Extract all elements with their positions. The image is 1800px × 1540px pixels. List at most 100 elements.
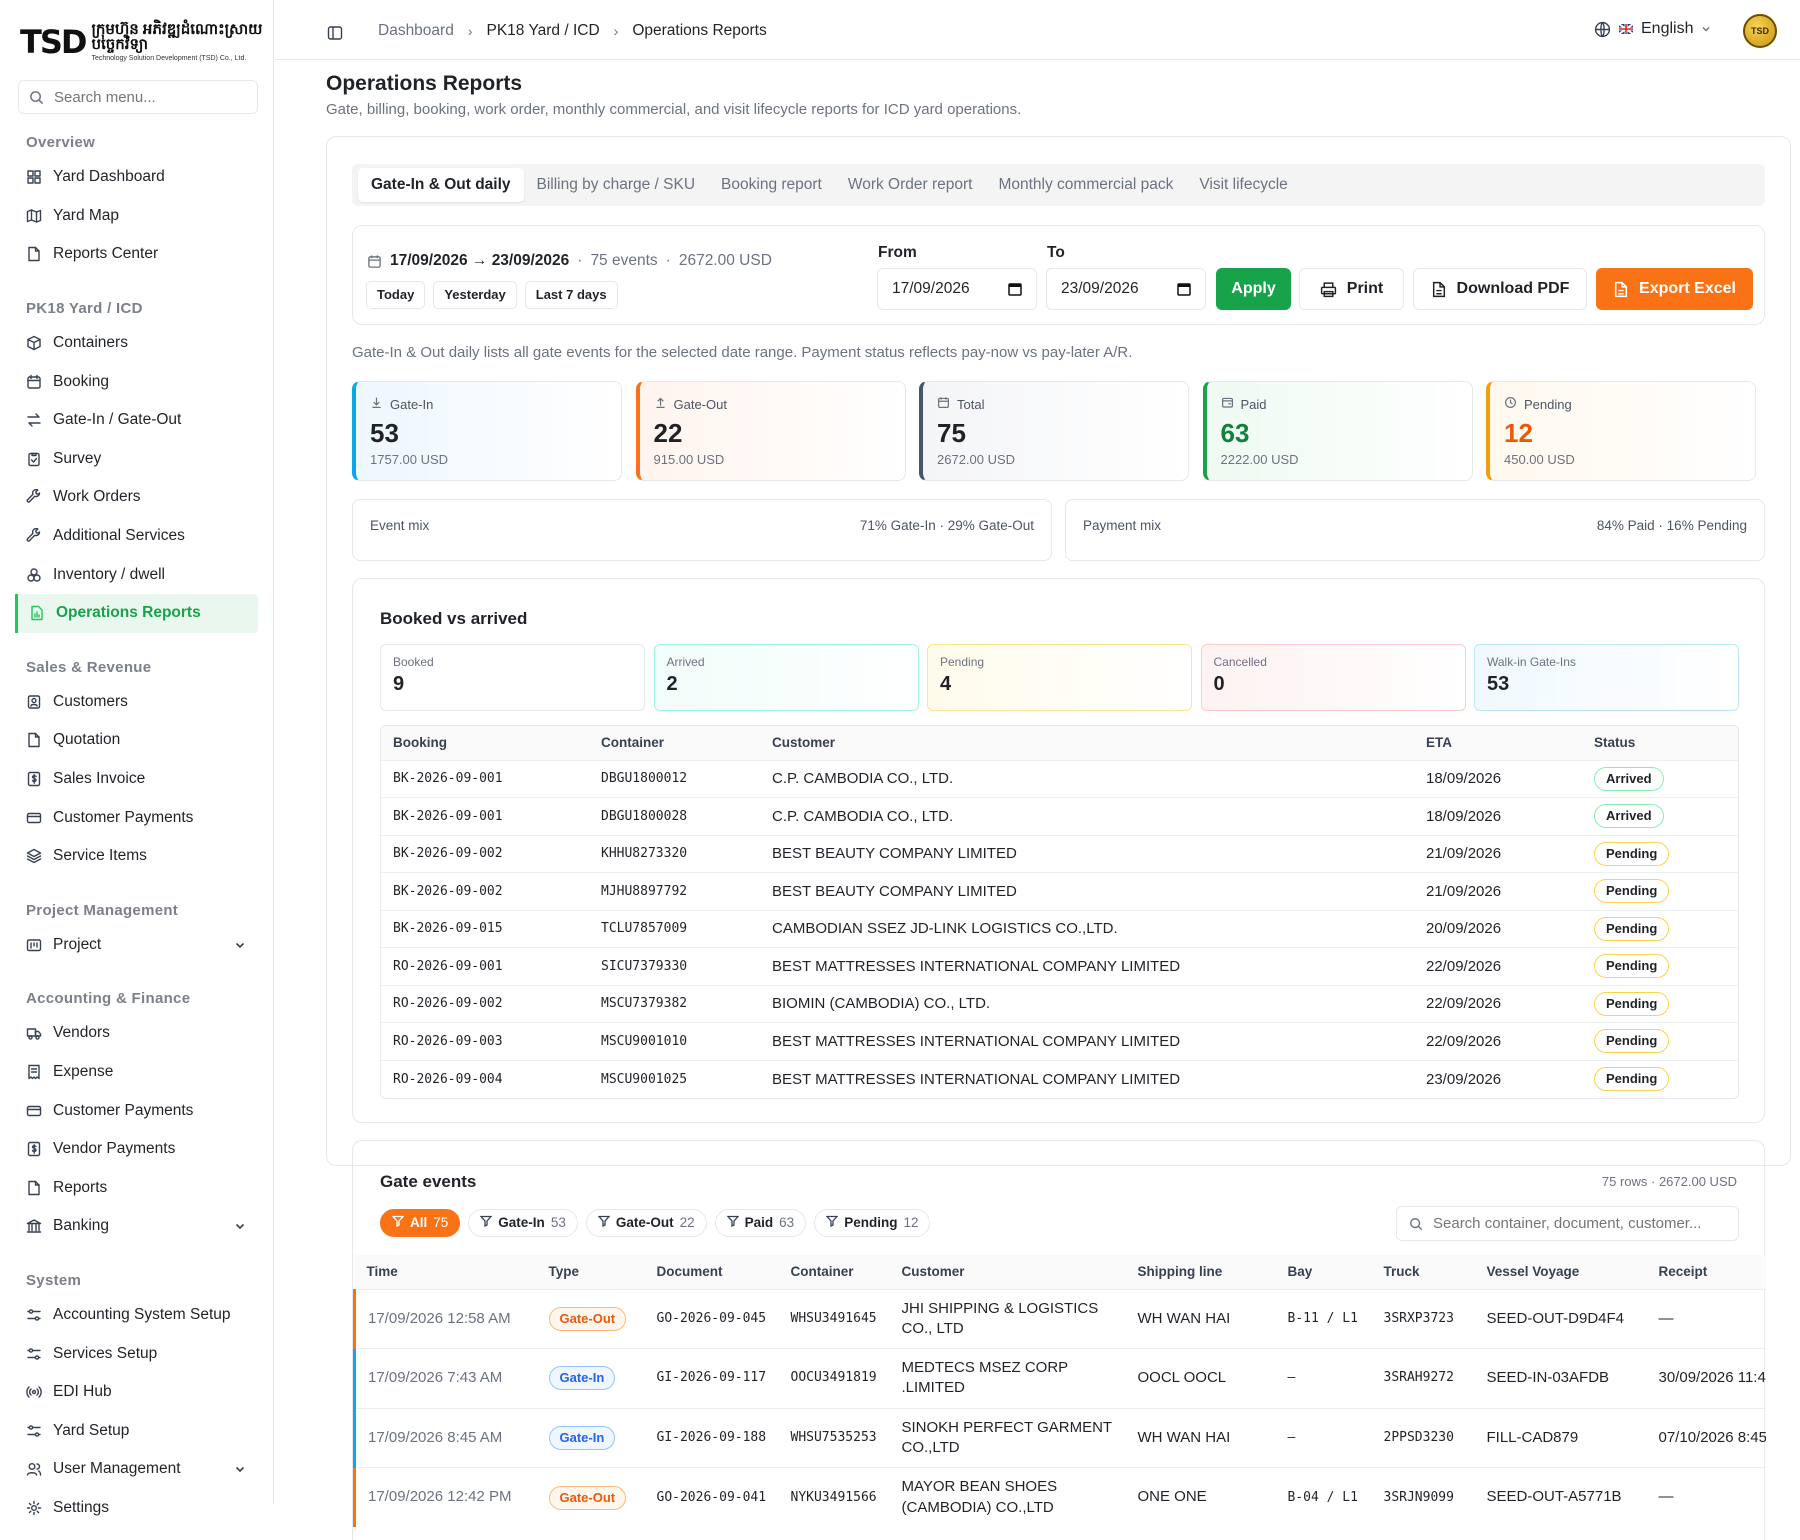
status: Pending	[1582, 909, 1738, 948]
page-title: Operations Reports	[326, 72, 523, 95]
sidebar-toggle-icon[interactable]	[327, 25, 343, 41]
sidebar-item-banking[interactable]: Banking	[0, 1207, 258, 1246]
filter-chip-paid[interactable]: Paid 63	[714, 1209, 807, 1237]
quick-yesterday-button[interactable]: Yesterday	[433, 281, 517, 309]
sidebar-item-reports[interactable]: Reports	[0, 1168, 258, 1207]
gate-search[interactable]	[1396, 1206, 1739, 1241]
table-row[interactable]: BK-2026-09-002 KHHU8273320 BEST BEAUTY COM…	[381, 834, 1738, 873]
sidebar-item-settings[interactable]: Settings	[0, 1489, 258, 1528]
booking-table: Booking Container Customer ETA Status BK-202…	[380, 725, 1739, 1099]
sidebar-item-containers[interactable]: Containers	[0, 324, 258, 363]
sidebar-item-additional-services[interactable]: Additional Services	[0, 517, 258, 556]
stat-label: Total	[937, 396, 1188, 412]
sidebar-item-survey[interactable]: Survey	[0, 440, 258, 479]
sidebar-item-customer-payments[interactable]: Customer Payments	[0, 798, 258, 837]
table-row[interactable]: BK-2026-09-001 DBGU1800012 C.P. CAMBODIA C…	[381, 759, 1738, 798]
from-date-input[interactable]: 17/09/2026	[877, 268, 1037, 310]
sidebar-item-label: Vendor Payments	[53, 1140, 176, 1158]
sidebar-item-sales-invoice[interactable]: Sales Invoice	[0, 760, 258, 799]
chevron-down-icon[interactable]	[234, 1462, 246, 1480]
tab-gate-in-out-daily[interactable]: Gate-In & Out daily	[358, 168, 524, 202]
sidebar-item-gate-in-gate-out[interactable]: Gate-In / Gate-Out	[0, 401, 258, 440]
quick-today-button[interactable]: Today	[366, 281, 426, 309]
table-row[interactable]: BK-2026-09-015 TCLU7857009 CAMBODIAN SSEZ …	[381, 909, 1738, 948]
table-row[interactable]: RO-2026-09-004 MSCU9001025 BEST MATTRESSES…	[381, 1059, 1738, 1098]
col-container[interactable]: Container	[589, 726, 760, 760]
tab-work-order-report[interactable]: Work Order report	[835, 168, 986, 202]
col-vessel-voyage[interactable]: Vessel Voyage	[1474, 1255, 1647, 1289]
col-receipt[interactable]: Receipt	[1646, 1255, 1766, 1289]
print-button[interactable]: Print	[1299, 268, 1404, 310]
to-date-input[interactable]: 23/09/2026	[1046, 268, 1206, 310]
sidebar-item-service-items[interactable]: Service Items	[0, 837, 258, 876]
tab-booking-report[interactable]: Booking report	[708, 168, 835, 202]
calendar-icon[interactable]	[1177, 282, 1191, 296]
sidebar-item-expense[interactable]: Expense	[0, 1053, 258, 1092]
apply-button[interactable]: Apply	[1216, 268, 1291, 310]
quick-last7-button[interactable]: Last 7 days	[524, 281, 618, 309]
table-row[interactable]: 17/09/2026 12:58 AM Gate-Out GO-2026-09-04…	[353, 1288, 1766, 1349]
col-container[interactable]: Container	[778, 1255, 890, 1289]
col-truck[interactable]: Truck	[1371, 1255, 1475, 1289]
col-eta[interactable]: ETA	[1414, 726, 1582, 760]
tab-billing-by-charge-sku[interactable]: Billing by charge / SKU	[524, 168, 709, 202]
chevron-down-icon[interactable]	[234, 938, 246, 956]
table-row[interactable]: RO-2026-09-001 SICU7379330 BEST MATTRESSES…	[381, 947, 1738, 985]
col-booking[interactable]: Booking	[381, 726, 589, 760]
sidebar-item-reports-center[interactable]: Reports Center	[0, 235, 258, 274]
table-row[interactable]: BK-2026-09-001 DBGU1800028 C.P. CAMBODIA C…	[381, 797, 1738, 835]
table-row[interactable]: 17/09/2026 7:43 AM Gate-In GI-2026-09-117 O…	[353, 1348, 1766, 1408]
sidebar-item-quotation[interactable]: Quotation	[0, 721, 258, 760]
sidebar-item-edi-hub[interactable]: EDI Hub	[0, 1373, 258, 1412]
col-type[interactable]: Type	[536, 1255, 645, 1289]
sidebar-search[interactable]	[18, 80, 258, 114]
col-time[interactable]: Time	[354, 1255, 537, 1289]
export-excel-button[interactable]: Export Excel	[1596, 268, 1753, 310]
tab-visit-lifecycle[interactable]: Visit lifecycle	[1186, 168, 1300, 202]
sidebar-search-input[interactable]	[54, 88, 244, 106]
sidebar-item-yard-setup[interactable]: Yard Setup	[0, 1411, 258, 1450]
language-switcher[interactable]: English	[1594, 20, 1711, 38]
calendar-icon[interactable]	[1008, 282, 1022, 296]
sidebar-item-user-management[interactable]: User Management	[0, 1450, 258, 1489]
filter-chip-pending[interactable]: Pending 12	[814, 1209, 931, 1237]
chevron-down-icon[interactable]	[234, 1219, 246, 1237]
report-tabs: Gate-In & Out daily Billing by charge / S…	[352, 164, 1765, 206]
table-row[interactable]: BK-2026-09-002 MJHU8897792 BEST BEAUTY COM…	[381, 872, 1738, 910]
breadcrumb-dashboard[interactable]: Dashboard	[378, 22, 454, 40]
table-row[interactable]: 17/09/2026 12:42 PM Gate-Out GO-2026-09-04…	[353, 1467, 1766, 1527]
col-customer[interactable]: Customer	[760, 726, 1414, 760]
sidebar-item-inventory-dwell[interactable]: Inventory / dwell	[0, 555, 258, 594]
col-customer[interactable]: Customer	[889, 1255, 1126, 1289]
sidebar-item-customers[interactable]: Customers	[0, 683, 258, 722]
avatar[interactable]: TSD	[1743, 14, 1777, 48]
sidebar-item-yard-map[interactable]: Yard Map	[0, 197, 258, 236]
sidebar-item-customer-payments[interactable]: Customer Payments	[0, 1091, 258, 1130]
sidebar-item-yard-dashboard[interactable]: Yard Dashboard	[0, 158, 258, 197]
sidebar-item-booking[interactable]: Booking	[0, 362, 258, 401]
sidebar-item-accounting-system-setup[interactable]: Accounting System Setup	[0, 1296, 258, 1335]
brand-logo[interactable]: TSD ក្រុមហ៊ុន អភិវឌ្ឍដំណោះស្រាយបច្ចេកវិទ…	[20, 22, 273, 62]
table-row[interactable]: RO-2026-09-003 MSCU9001010 BEST MATTRESSES…	[381, 1022, 1738, 1060]
filter-chip-all[interactable]: All 75	[380, 1209, 461, 1237]
col-bay[interactable]: Bay	[1275, 1255, 1372, 1289]
breadcrumb-yard[interactable]: PK18 Yard / ICD	[487, 22, 600, 40]
sidebar-item-vendor-payments[interactable]: Vendor Payments	[0, 1130, 258, 1169]
col-status[interactable]: Status	[1582, 726, 1738, 760]
chip-count: 75	[433, 1215, 449, 1230]
sidebar-item-operations-reports[interactable]: Operations Reports	[15, 593, 258, 633]
col-document[interactable]: Document	[644, 1255, 779, 1289]
sidebar-item-work-orders[interactable]: Work Orders	[0, 478, 258, 517]
sidebar-item-vendors[interactable]: Vendors	[0, 1014, 258, 1053]
sidebar-item-services-setup[interactable]: Services Setup	[0, 1334, 258, 1373]
col-shipping-line[interactable]: Shipping line	[1125, 1255, 1276, 1289]
gate-search-input[interactable]	[1433, 1215, 1733, 1232]
table-row[interactable]: 17/09/2026 8:45 AM Gate-In GI-2026-09-188 W…	[353, 1407, 1766, 1468]
filter-chip-gate-out[interactable]: Gate-Out 22	[585, 1209, 707, 1237]
download-pdf-button[interactable]: Download PDF	[1413, 268, 1587, 310]
sidebar-item-project[interactable]: Project	[0, 926, 258, 965]
table-row[interactable]: RO-2026-09-002 MSCU7379382 BIOMIN (CAMBODI…	[381, 984, 1738, 1023]
tab-monthly-commercial-pack[interactable]: Monthly commercial pack	[985, 168, 1186, 202]
customer-name: BIOMIN (CAMBODIA) CO., LTD.	[760, 984, 1414, 1023]
filter-chip-gate-in[interactable]: Gate-In 53	[468, 1209, 578, 1237]
